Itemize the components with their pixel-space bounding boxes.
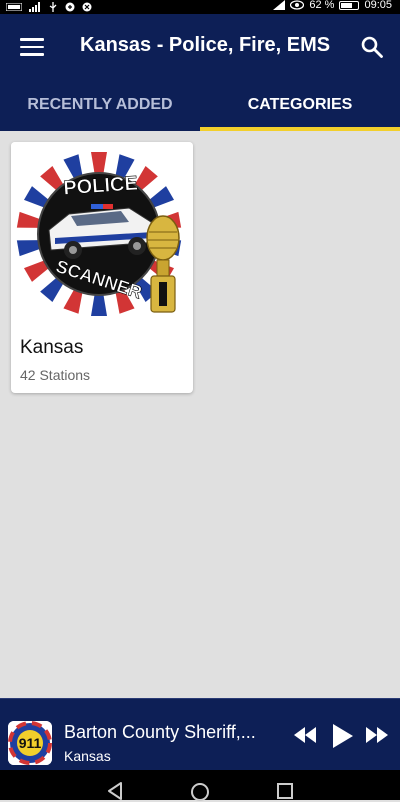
now-playing-title: Barton County Sheriff,... [64, 722, 256, 742]
tab-bar: RECENTLY ADDED CATEGORIES [0, 90, 400, 131]
911-logo-text: 911 [19, 735, 42, 751]
notification-icon [82, 2, 92, 12]
rewind-icon[interactable] [294, 727, 316, 743]
fast-forward-icon[interactable] [366, 727, 388, 743]
app-bar: Kansas - Police, Fire, EMS RECENTLY ADDE… [0, 14, 400, 131]
play-icon[interactable] [333, 724, 353, 748]
clock: 09:05 [364, 0, 392, 11]
now-playing-subtitle: Kansas [64, 748, 111, 764]
police-scanner-logo: POLICE SCANNER [11, 142, 193, 324]
home-icon[interactable] [190, 782, 210, 802]
battery-icon [339, 0, 360, 10]
back-icon[interactable] [106, 782, 124, 800]
category-name: Kansas [20, 337, 84, 358]
menu-icon[interactable] [20, 38, 44, 56]
usb-icon [49, 2, 57, 12]
search-icon[interactable] [360, 35, 384, 59]
station-count: 42 Stations [20, 367, 91, 383]
page-title: Kansas - Police, Fire, EMS [80, 34, 331, 56]
eye-icon [290, 0, 305, 10]
signal-icon [273, 0, 286, 10]
tab-categories[interactable]: CATEGORIES [200, 90, 400, 131]
911-logo: 911 [8, 721, 52, 765]
category-card-kansas[interactable]: POLICE SCANNER Kansas 42 Stations [11, 142, 193, 393]
system-nav-bar [0, 770, 400, 802]
tab-recently-added[interactable]: RECENTLY ADDED [0, 90, 200, 131]
status-right-icons: 62 % 09:05 [273, 0, 392, 12]
carrier-icon [6, 3, 22, 11]
status-left-icons [6, 0, 92, 14]
signal-icon [29, 2, 40, 12]
notification-icon [65, 2, 75, 12]
status-bar: 62 % 09:05 [0, 0, 400, 14]
recents-icon[interactable] [276, 782, 294, 800]
category-grid: POLICE SCANNER Kansas 42 Stations [0, 131, 400, 698]
battery-percent: 62 % [309, 0, 335, 11]
mini-player[interactable]: 911 Barton County Sheriff,... Kansas [0, 698, 400, 770]
